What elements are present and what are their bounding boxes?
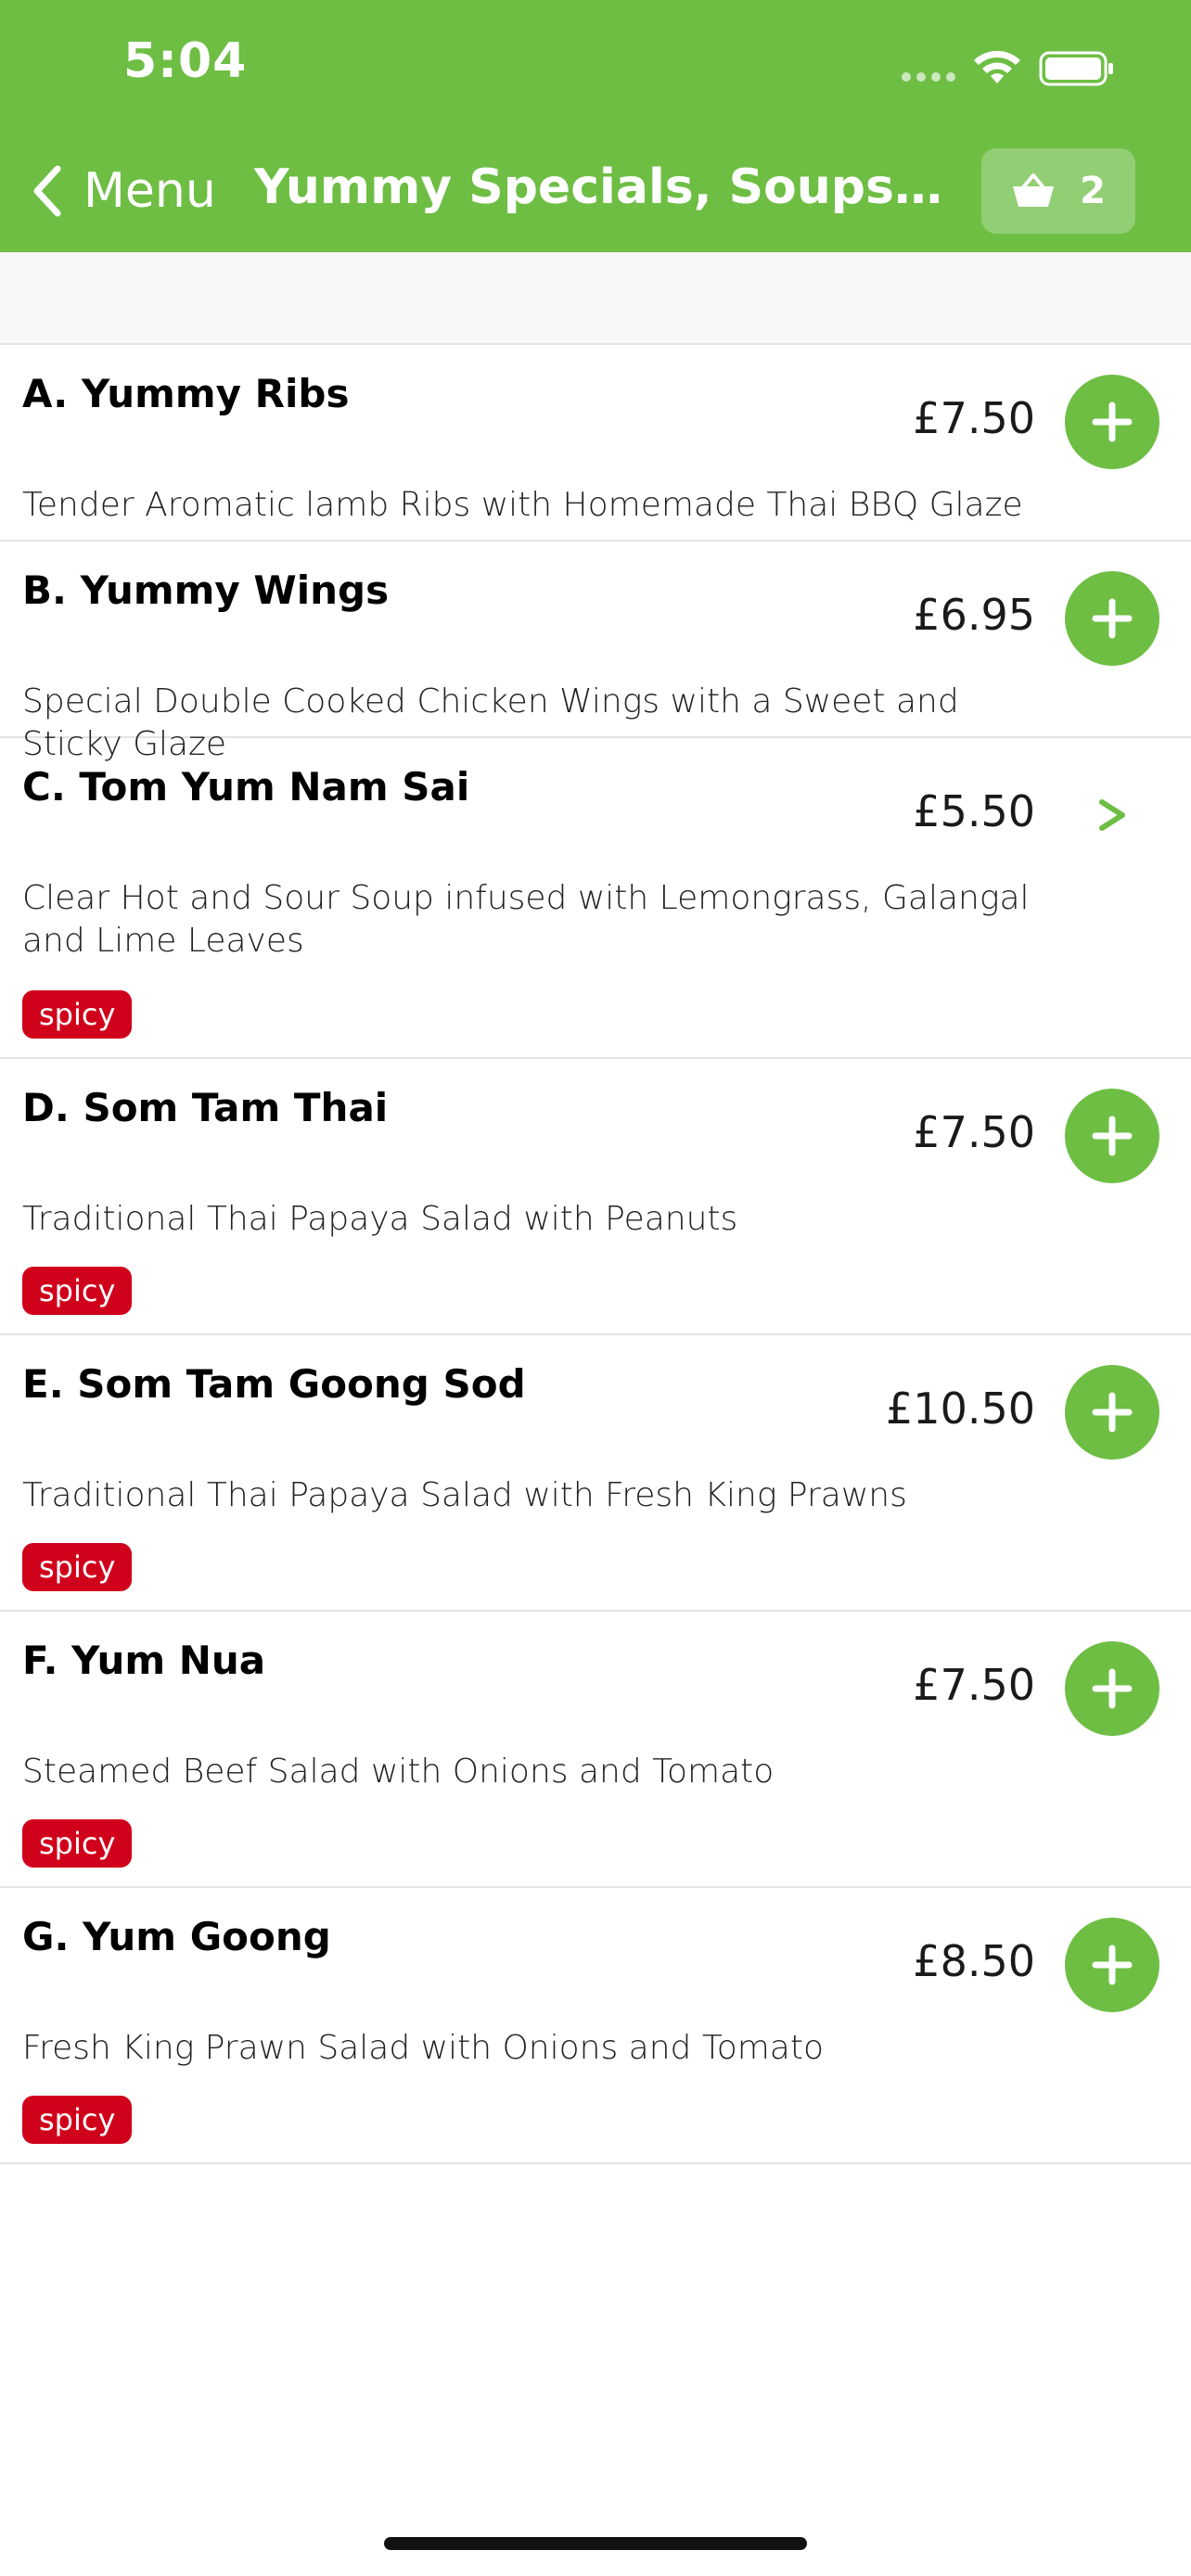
section-spacer (0, 252, 1191, 345)
basket-icon (1013, 173, 1055, 207)
item-name: E. Som Tam Goong Sod (22, 1361, 526, 1407)
item-price: £7.50 (913, 393, 1035, 443)
item-description: Traditional Thai Papaya Salad with Fresh… (22, 1476, 907, 1514)
add-button[interactable] (1065, 571, 1159, 666)
menu-item[interactable]: G. Yum Goong £8.50 Fresh King Prawn Sala… (0, 1888, 1191, 2164)
back-button[interactable]: Menu (28, 154, 216, 228)
item-price: £5.50 (913, 786, 1035, 836)
menu-item[interactable]: D. Som Tam Thai £7.50 Traditional Thai P… (0, 1059, 1191, 1335)
spicy-badge: spicy (22, 2096, 133, 2144)
item-description: Clear Hot and Sour Soup infused with Lem… (22, 879, 1030, 960)
menu-item[interactable]: C. Tom Yum Nam Sai £5.50 Clear Hot and S… (0, 738, 1191, 1059)
menu-item[interactable]: A. Yummy Ribs £7.50 Tender Aromatic lamb… (0, 345, 1191, 542)
wifi-icon (974, 50, 1020, 83)
item-name: B. Yummy Wings (22, 567, 390, 613)
item-price: £10.50 (886, 1384, 1035, 1434)
chevron-right-icon (1099, 799, 1125, 831)
plus-icon (1092, 1392, 1133, 1433)
add-button[interactable] (1065, 1089, 1159, 1183)
nav-header: 5:04 Menu Yummy Specials, Soups, and S… … (0, 0, 1191, 252)
plus-icon (1092, 1668, 1133, 1709)
plus-icon (1092, 1945, 1133, 1985)
battery-icon (1039, 51, 1113, 86)
signal-icon (902, 72, 955, 82)
basket-button[interactable]: 2 (981, 148, 1135, 234)
plus-icon (1092, 598, 1133, 639)
add-button[interactable] (1065, 1918, 1159, 2012)
item-price: £7.50 (913, 1660, 1035, 1710)
add-button[interactable] (1065, 1641, 1159, 1736)
item-description: Tender Aromatic lamb Ribs with Homemade … (22, 486, 1023, 524)
back-label: Menu (83, 163, 216, 219)
menu-item[interactable]: B. Yummy Wings £6.95 Special Double Cook… (0, 542, 1191, 763)
menu-item[interactable]: F. Yum Nua £7.50 Steamed Beef Salad with… (0, 1612, 1191, 1888)
spicy-badge: spicy (22, 1267, 133, 1315)
add-button[interactable] (1065, 1365, 1159, 1460)
item-name: D. Som Tam Thai (22, 1085, 389, 1130)
home-indicator (384, 2537, 807, 2550)
spicy-badge: spicy (22, 1819, 133, 1868)
item-price: £8.50 (913, 1936, 1035, 1986)
item-name: C. Tom Yum Nam Sai (22, 764, 470, 810)
basket-count: 2 (1080, 170, 1106, 212)
menu-list: A. Yummy Ribs £7.50 Tender Aromatic lamb… (0, 345, 1191, 2164)
spicy-badge: spicy (22, 1543, 133, 1591)
item-price: £7.50 (913, 1107, 1035, 1157)
item-name: G. Yum Goong (22, 1914, 331, 1959)
plus-icon (1092, 1116, 1133, 1156)
status-time: 5:04 (123, 33, 248, 89)
plus-icon (1092, 402, 1133, 442)
add-button[interactable] (1065, 375, 1159, 469)
spicy-badge: spicy (22, 990, 133, 1039)
item-name: A. Yummy Ribs (22, 371, 350, 416)
item-description: Steamed Beef Salad with Onions and Tomat… (22, 1753, 775, 1791)
item-description: Fresh King Prawn Salad with Onions and T… (22, 2029, 824, 2067)
page-title: Yummy Specials, Soups, and S… (254, 159, 959, 215)
item-price: £6.95 (913, 590, 1035, 640)
item-description: Traditional Thai Papaya Salad with Peanu… (22, 1200, 738, 1238)
menu-item[interactable]: E. Som Tam Goong Sod £10.50 Traditional … (0, 1335, 1191, 1612)
chevron-left-icon (33, 165, 61, 217)
item-name: F. Yum Nua (22, 1638, 266, 1683)
details-arrow-button[interactable] (1065, 768, 1159, 862)
